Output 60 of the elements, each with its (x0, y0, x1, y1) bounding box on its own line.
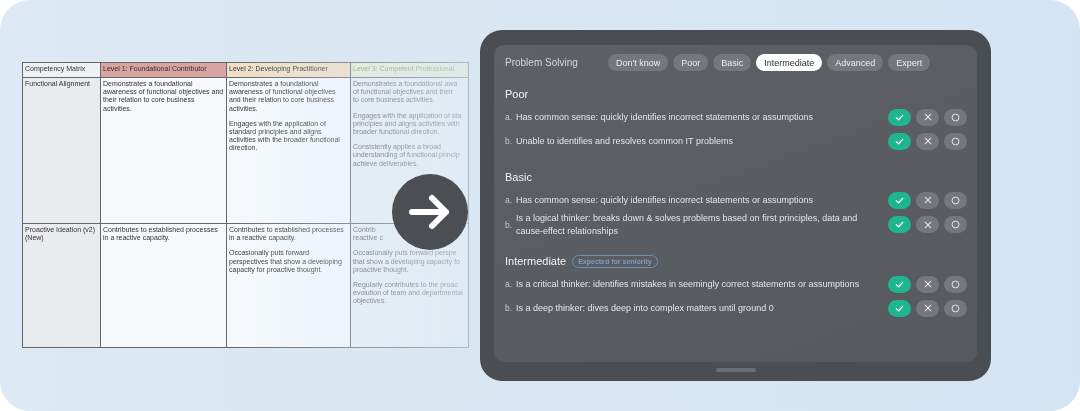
criterion-text: Is a deep thinker: dives deep into complex matters until ground 0 (516, 301, 775, 315)
check-icon (895, 112, 904, 122)
item-marker: b. (505, 303, 514, 313)
section-title: Poor (505, 88, 529, 100)
reject-button[interactable] (916, 191, 939, 209)
section-title: Intermediate (505, 255, 567, 267)
unsure-button[interactable] (944, 275, 967, 293)
check-icon (895, 220, 904, 229)
level-tab[interactable]: Basic (713, 54, 752, 71)
reject-button[interactable] (916, 108, 939, 126)
level-tab[interactable]: Expert (888, 54, 931, 71)
check-button[interactable] (888, 275, 911, 293)
close-icon (923, 280, 932, 288)
item-marker: a. (505, 195, 514, 205)
unsure-button[interactable] (944, 299, 967, 317)
section-title: Basic (505, 171, 532, 183)
arrow-right-icon (392, 174, 468, 250)
criterion-text: Is a critical thinker: identifies mistakes in seemingly correct statements or assumptions (516, 277, 861, 291)
circle-icon (951, 220, 960, 229)
circle-icon (951, 136, 960, 146)
level-tab[interactable]: Don't know (608, 54, 669, 71)
reject-button[interactable] (916, 132, 939, 150)
criterion-text: Has common sense: quickly identifies incorrect statements or assumptions (516, 193, 815, 207)
check-button[interactable] (888, 132, 911, 150)
unsure-button[interactable] (944, 132, 967, 150)
item-marker: b. (505, 219, 514, 230)
unsure-button[interactable] (944, 191, 967, 209)
check-button[interactable] (888, 108, 911, 126)
close-icon (923, 137, 932, 145)
skill-title: Problem Solving (505, 57, 579, 68)
criterion-text: Is a logical thinker: breaks down & solves problems based on first principles, data and cause-effect relationships (516, 212, 859, 237)
check-icon (895, 195, 904, 205)
level-tab[interactable]: Intermediate (756, 54, 823, 71)
reject-button[interactable] (916, 299, 939, 317)
unsure-button[interactable] (944, 108, 967, 126)
check-icon (895, 136, 904, 146)
item-marker: a. (505, 112, 514, 122)
check-button[interactable] (888, 299, 911, 317)
check-button[interactable] (888, 191, 911, 209)
criterion-text: Has common sense: quickly identifies incorrect statements or assumptions (516, 110, 815, 124)
circle-icon (951, 279, 960, 289)
close-icon (923, 113, 932, 121)
reject-button[interactable] (916, 216, 939, 233)
close-icon (923, 196, 932, 204)
level-tab[interactable]: Poor (673, 54, 709, 71)
level-tab[interactable]: Advanced (827, 54, 884, 71)
circle-icon (951, 303, 960, 313)
close-icon (923, 304, 932, 312)
circle-icon (951, 112, 960, 122)
home-indicator (715, 368, 756, 372)
unsure-button[interactable] (944, 216, 967, 233)
close-icon (923, 220, 932, 229)
check-button[interactable] (888, 216, 911, 233)
item-marker: a. (505, 279, 514, 289)
circle-icon (951, 195, 960, 205)
item-marker: b. (505, 136, 514, 146)
criterion-text: Unable to identifies and resolves common IT problems (516, 134, 734, 148)
check-icon (895, 303, 904, 313)
reject-button[interactable] (916, 275, 939, 293)
check-icon (895, 279, 904, 289)
